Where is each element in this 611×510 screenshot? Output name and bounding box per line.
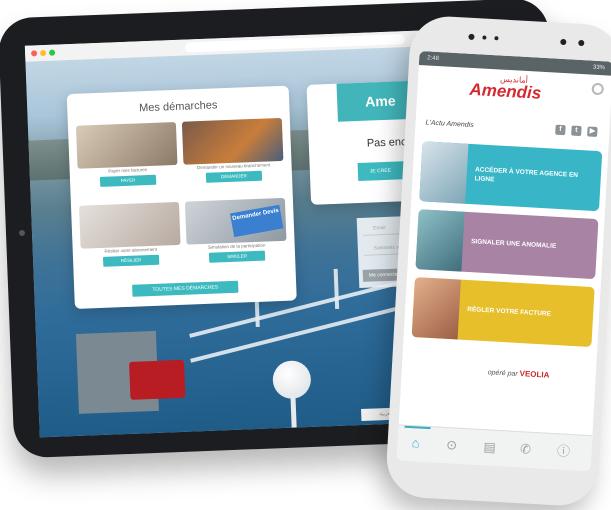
active-tab-indicator bbox=[404, 425, 431, 430]
phone-sensor bbox=[560, 38, 567, 46]
gear-icon[interactable] bbox=[591, 82, 605, 96]
demander-button[interactable]: DEMANDER bbox=[205, 170, 263, 183]
demander-devis-key: Demander Devis bbox=[229, 204, 284, 238]
payer-button[interactable]: PAYER bbox=[99, 174, 157, 187]
phone-screen: 2:48 33% أمانديس Amendis L'Actu Amendis … bbox=[396, 50, 611, 472]
phone-icon[interactable]: ✆ bbox=[517, 441, 534, 458]
operated-by: opéré par VEOLIA bbox=[487, 369, 550, 380]
tablet-camera bbox=[18, 229, 26, 237]
menu-regler-facture[interactable]: RÉGLER VOTRE FACTURE bbox=[411, 277, 595, 348]
menu-label: SIGNALER UNE ANOMALIE bbox=[470, 238, 557, 251]
twitter-icon[interactable]: t bbox=[571, 125, 582, 137]
credit-card-photo bbox=[411, 277, 461, 340]
window-maximize-icon[interactable] bbox=[48, 49, 56, 56]
phone-hand-photo bbox=[419, 141, 469, 204]
anomaly-photo bbox=[415, 209, 465, 272]
menu-label: RÉGLER VOTRE FACTURE bbox=[467, 306, 552, 319]
agency-photo bbox=[78, 201, 181, 249]
technician-photo bbox=[181, 117, 284, 165]
payment-photo bbox=[75, 121, 178, 169]
phone-device: 2:48 33% أمانديس Amendis L'Actu Amendis … bbox=[384, 14, 611, 508]
demarches-title: Mes démarches bbox=[138, 99, 218, 115]
veolia-logo: VEOLIA bbox=[519, 369, 550, 380]
all-demarches-button[interactable]: TOUTES MES DÉMARCHES bbox=[132, 280, 239, 297]
tile-payer: Payer mes factures PAYER bbox=[75, 121, 179, 194]
bottom-tab-bar: ⌂ ⊙ ▤ ✆ ⓘ bbox=[396, 424, 593, 472]
news-title: L'Actu Amendis bbox=[425, 119, 474, 130]
red-machine-image bbox=[129, 359, 186, 400]
brand-logo: Ame bbox=[364, 92, 396, 110]
resilier-button[interactable]: RÉSILIER bbox=[102, 254, 160, 267]
status-bar: 2:48 33% bbox=[418, 50, 611, 76]
tile-branchement: Demander un nouveau branchement DEMANDER bbox=[181, 117, 285, 190]
document-icon[interactable]: ▤ bbox=[481, 439, 498, 456]
menu-agence-en-ligne[interactable]: ACCÉDER À VOTRE AGENCE EN LIGNE bbox=[419, 141, 603, 212]
info-icon[interactable]: ⓘ bbox=[555, 443, 572, 460]
window-close-icon[interactable] bbox=[31, 50, 38, 57]
demarches-card: Mes démarches Payer mes factures PAYER D… bbox=[66, 85, 297, 309]
facebook-icon[interactable]: f bbox=[555, 124, 566, 136]
menu-label: ACCÉDER À VOTRE AGENCE EN LIGNE bbox=[474, 166, 579, 184]
amendis-logo: Amendis bbox=[469, 79, 542, 103]
tile-resilier: Résilier votre abonnement RÉSILIER bbox=[78, 201, 182, 274]
phone-camera bbox=[468, 33, 475, 40]
menu-signaler-anomalie[interactable]: SIGNALER UNE ANOMALIE bbox=[415, 209, 599, 280]
status-time: 2:48 bbox=[427, 55, 440, 63]
simuler-button[interactable]: SIMULER bbox=[208, 250, 266, 263]
window-minimize-icon[interactable] bbox=[39, 49, 47, 57]
tile-simuler: Demander Devis Simulation de la particip… bbox=[184, 197, 288, 270]
location-icon[interactable]: ⊙ bbox=[443, 437, 460, 454]
battery-level: 33% bbox=[592, 64, 606, 72]
keyboard-photo: Demander Devis bbox=[184, 197, 287, 245]
youtube-icon[interactable]: ▶ bbox=[587, 126, 598, 138]
home-icon[interactable]: ⌂ bbox=[407, 435, 424, 452]
